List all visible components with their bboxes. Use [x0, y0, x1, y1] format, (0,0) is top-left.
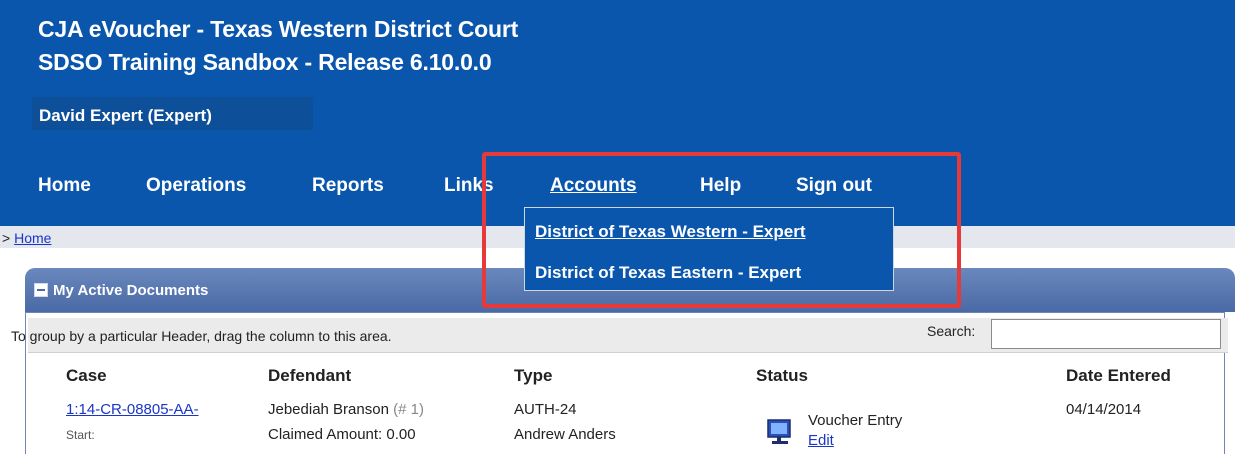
nav-sign-out[interactable]: Sign out	[796, 175, 872, 197]
group-by-hint: To group by a particular Header, drag th…	[11, 328, 392, 344]
current-user: David Expert (Expert)	[32, 97, 313, 130]
nav-accounts[interactable]: Accounts	[550, 175, 637, 197]
edit-link[interactable]: Edit	[808, 432, 834, 449]
nav-help[interactable]: Help	[700, 175, 741, 197]
search-input[interactable]	[991, 319, 1221, 349]
column-defendant[interactable]: Defendant	[268, 366, 351, 386]
minus-box-icon[interactable]	[34, 283, 48, 297]
accounts-dropdown: District of Texas Western - Expert Distr…	[524, 207, 894, 291]
attorney-name: Andrew Anders	[514, 426, 616, 443]
column-case[interactable]: Case	[66, 366, 107, 386]
breadcrumb-separator: >	[2, 230, 11, 246]
date-entered: 04/14/2014	[1066, 401, 1142, 418]
computer-monitor-icon	[767, 419, 791, 444]
account-texas-western[interactable]: District of Texas Western - Expert	[535, 222, 806, 242]
status-text: Voucher Entry	[808, 412, 903, 429]
column-status[interactable]: Status	[756, 366, 808, 386]
nav-reports[interactable]: Reports	[312, 175, 384, 197]
breadcrumb: > Home	[2, 230, 51, 246]
nav-home[interactable]: Home	[38, 175, 91, 197]
defendant-number: (# 1)	[393, 401, 424, 418]
column-date-entered[interactable]: Date Entered	[1066, 366, 1171, 386]
breadcrumb-home-link[interactable]: Home	[14, 230, 51, 246]
case-start-label: Start:	[66, 428, 95, 442]
case-link[interactable]: 1:14-CR-08805-AA-	[66, 401, 199, 418]
column-type[interactable]: Type	[514, 366, 552, 386]
nav-links[interactable]: Links	[444, 175, 494, 197]
document-type: AUTH-24	[514, 401, 577, 418]
defendant-name-text: Jebediah Branson	[268, 401, 389, 418]
active-documents-panel: My Active Documents	[25, 268, 1235, 454]
claimed-amount: Claimed Amount: 0.00	[268, 426, 416, 443]
app-subtitle: SDSO Training Sandbox - Release 6.10.0.0	[38, 49, 492, 75]
search-label: Search:	[927, 323, 976, 339]
account-texas-eastern[interactable]: District of Texas Eastern - Expert	[535, 263, 801, 283]
defendant-name: Jebediah Branson (# 1)	[268, 401, 424, 418]
panel-title: My Active Documents	[53, 282, 209, 299]
app-title: CJA eVoucher - Texas Western District Co…	[38, 16, 519, 42]
nav-operations[interactable]: Operations	[146, 175, 246, 197]
